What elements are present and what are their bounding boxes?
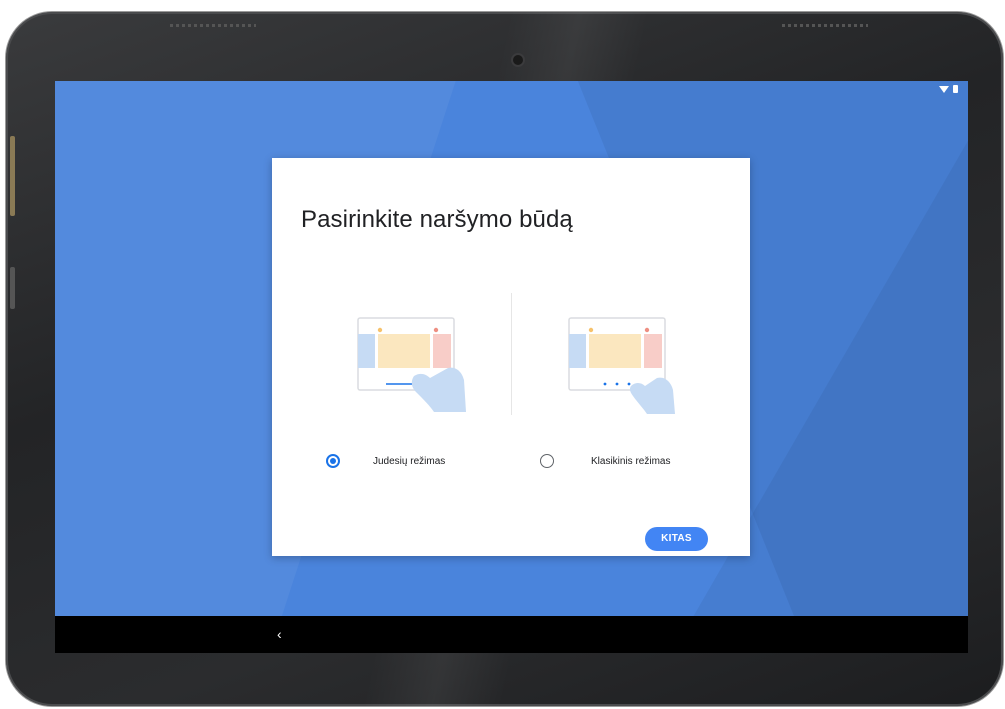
- three-button-navigation-illustration: [568, 317, 675, 414]
- back-icon[interactable]: ‹: [277, 627, 282, 641]
- navigation-bar: ‹: [55, 616, 968, 653]
- dialog-title: Pasirinkite naršymo būdą: [301, 206, 573, 233]
- option-label: Klasikinis režimas: [591, 455, 671, 467]
- speaker-grille: [170, 24, 256, 27]
- wifi-icon: [939, 85, 949, 93]
- battery-icon: [953, 85, 958, 93]
- option-label: Judesių režimas: [373, 455, 446, 467]
- gesture-navigation-illustration: [357, 317, 466, 412]
- gesture-navigation-option[interactable]: Judesių režimas: [326, 454, 445, 468]
- next-button[interactable]: KITAS: [645, 527, 708, 551]
- status-bar: [939, 85, 958, 93]
- navigation-mode-dialog: Pasirinkite naršymo būdą Judesių režimas…: [272, 158, 750, 556]
- volume-button: [10, 136, 15, 216]
- screen: Pasirinkite naršymo būdą Judesių režimas…: [55, 81, 968, 653]
- classic-navigation-option[interactable]: Klasikinis režimas: [540, 454, 670, 468]
- radio-button-unchecked[interactable]: [540, 454, 554, 468]
- power-button: [10, 267, 15, 309]
- front-camera: [513, 55, 523, 65]
- radio-button-checked[interactable]: [326, 454, 340, 468]
- speaker-grille: [782, 24, 868, 27]
- options-divider: [511, 293, 512, 415]
